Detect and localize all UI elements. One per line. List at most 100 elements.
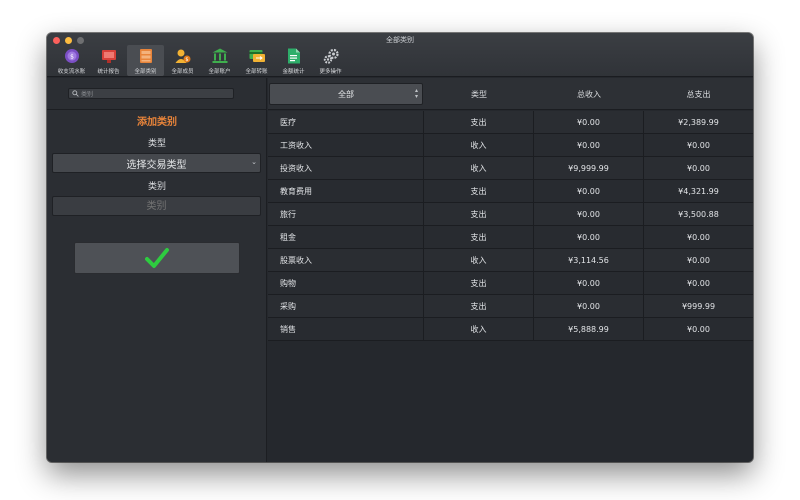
- toolbar-transfers-button[interactable]: 全部转账: [238, 45, 275, 76]
- table-row[interactable]: 工资收入 收入 ¥0.00 ¥0.00: [268, 134, 753, 157]
- table-body: 医疗 支出 ¥0.00 ¥2,389.99 工资收入 收入 ¥0.00 ¥0.0…: [268, 111, 753, 341]
- window-title: 全部类别: [386, 36, 414, 44]
- category-filter-select[interactable]: 全部 ▴ ▾: [269, 83, 423, 105]
- search-placeholder: 类别: [81, 91, 94, 98]
- total-expense-cell: ¥0.00: [687, 232, 710, 242]
- toolbar-categories-button[interactable]: 全部类别: [127, 45, 164, 76]
- table-row[interactable]: 购物 支出 ¥0.00 ¥0.00: [268, 272, 753, 295]
- category-name-cell: 购物: [268, 272, 424, 294]
- transaction-type-value: 选择交易类型: [126, 159, 187, 171]
- category-name-cell: 销售: [268, 318, 424, 340]
- total-income-cell: ¥0.00: [534, 111, 644, 133]
- transfer-icon: [249, 50, 265, 62]
- category-name-cell: 采购: [268, 295, 424, 317]
- total-expense-cell: ¥999.99: [681, 301, 716, 311]
- toolbar-ledger-button[interactable]: $ 收支流水账: [53, 45, 90, 76]
- category-type-cell: 支出: [424, 226, 534, 248]
- gears-icon: [323, 48, 339, 64]
- toolbar-members-button[interactable]: $ 全部成员: [164, 45, 201, 76]
- total-expense-cell: ¥0.00: [687, 163, 710, 173]
- toolbar-label: 统计报告: [97, 69, 120, 75]
- total-expense-cell: ¥3,500.88: [678, 209, 719, 219]
- total-income-cell: ¥0.00: [534, 226, 644, 248]
- sidebar: 类别 添加类别 类型 选择交易类型 ⌄ 类别: [47, 78, 267, 462]
- category-filter-value: 全部: [338, 89, 354, 99]
- toolbar-label: 金额统计: [282, 69, 305, 75]
- category-type-cell: 收入: [424, 134, 534, 156]
- total-expense-cell: ¥0.00: [687, 278, 710, 288]
- category-name-cell: 旅行: [268, 203, 424, 225]
- total-income-cell: ¥9,999.99: [534, 157, 644, 179]
- total-income-cell: ¥3,114.56: [534, 249, 644, 271]
- header-type[interactable]: 类型: [424, 78, 534, 110]
- chevron-updown-icon: ▴ ▾: [414, 87, 418, 100]
- toolbar-accounts-button[interactable]: 全部账户: [201, 45, 238, 76]
- toolbar-label: 全部账户: [208, 69, 231, 75]
- category-label: 类别: [147, 182, 166, 192]
- transaction-type-select[interactable]: 选择交易类型 ⌄: [52, 153, 261, 173]
- category-type-cell: 支出: [424, 295, 534, 317]
- category-name-cell: 工资收入: [268, 134, 424, 156]
- toolbar-label: 全部类别: [134, 69, 157, 75]
- category-table: 全部 ▴ ▾ 类型 总收入 总支出 医疗 支出 ¥0.00 ¥2,389.99 工…: [268, 78, 753, 462]
- table-row[interactable]: 教育费用 支出 ¥0.00 ¥4,321.99: [268, 180, 753, 203]
- category-type-cell: 收入: [424, 157, 534, 179]
- category-name-cell: 股票收入: [268, 249, 424, 271]
- total-expense-cell: ¥0.00: [687, 255, 710, 265]
- toolbar-amount-stats-button[interactable]: 金额统计: [275, 45, 312, 76]
- toolbar-label: 更多操作: [319, 69, 342, 75]
- search-input[interactable]: 类别: [68, 88, 234, 99]
- total-income-cell: ¥0.00: [534, 295, 644, 317]
- category-name-field[interactable]: [52, 196, 261, 216]
- total-income-cell: ¥0.00: [534, 134, 644, 156]
- members-icon: $: [175, 49, 190, 63]
- toolbar: $ 收支流水账 统计报告 全部类别 $ 全部成员 全部账户 全部转账 金额统计 …: [53, 45, 349, 76]
- total-expense-cell: ¥4,321.99: [678, 186, 719, 196]
- table-row[interactable]: 租金 支出 ¥0.00 ¥0.00: [268, 226, 753, 249]
- total-expense-cell: ¥0.00: [687, 324, 710, 334]
- category-type-cell: 支出: [424, 111, 534, 133]
- ledger-icon: $: [64, 49, 79, 63]
- divider: [47, 109, 267, 110]
- category-name-cell: 投资收入: [268, 157, 424, 179]
- confirm-add-button[interactable]: [74, 242, 240, 274]
- amount-stats-icon: [287, 48, 300, 64]
- toolbar-report-button[interactable]: 统计报告: [90, 45, 127, 76]
- table-row[interactable]: 旅行 支出 ¥0.00 ¥3,500.88: [268, 203, 753, 226]
- category-name-cell: 教育费用: [268, 180, 424, 202]
- toolbar-more-button[interactable]: 更多操作: [312, 45, 349, 76]
- toolbar-label: 收支流水账: [57, 69, 86, 75]
- toolbar-label: 全部成员: [171, 69, 194, 75]
- total-expense-cell: ¥2,389.99: [678, 117, 719, 127]
- total-income-cell: ¥5,888.99: [534, 318, 644, 340]
- header-total-income[interactable]: 总收入: [534, 78, 644, 110]
- category-type-cell: 支出: [424, 180, 534, 202]
- category-type-cell: 支出: [424, 203, 534, 225]
- search-icon: [72, 90, 79, 97]
- category-name-cell: 医疗: [268, 111, 424, 133]
- checkmark-icon: [145, 248, 169, 268]
- svg-text:$: $: [185, 57, 188, 63]
- category-type-cell: 收入: [424, 249, 534, 271]
- total-income-cell: ¥0.00: [534, 180, 644, 202]
- category-type-cell: 收入: [424, 318, 534, 340]
- chevron-down-icon: ⌄: [251, 158, 257, 166]
- table-row[interactable]: 投资收入 收入 ¥9,999.99 ¥0.00: [268, 157, 753, 180]
- header-total-expense[interactable]: 总支出: [644, 78, 753, 110]
- table-row[interactable]: 销售 收入 ¥5,888.99 ¥0.00: [268, 318, 753, 341]
- table-row[interactable]: 股票收入 收入 ¥3,114.56 ¥0.00: [268, 249, 753, 272]
- app-window: 全部类别 $ 收支流水账 统计报告 全部类别 $ 全部成员 全部账户 全部转账 …: [47, 33, 753, 462]
- table-row[interactable]: 采购 支出 ¥0.00 ¥999.99: [268, 295, 753, 318]
- add-category-title: 添加类别: [137, 117, 177, 128]
- toolbar-label: 全部转账: [245, 69, 268, 75]
- category-type-cell: 支出: [424, 272, 534, 294]
- type-label: 类型: [147, 139, 166, 149]
- svg-text:$: $: [70, 54, 74, 61]
- total-income-cell: ¥0.00: [534, 272, 644, 294]
- total-income-cell: ¥0.00: [534, 203, 644, 225]
- category-name-cell: 租金: [268, 226, 424, 248]
- header-filter-cell: 全部 ▴ ▾: [268, 78, 424, 110]
- table-row[interactable]: 医疗 支出 ¥0.00 ¥2,389.99: [268, 111, 753, 134]
- titlebar: 全部类别 $ 收支流水账 统计报告 全部类别 $ 全部成员 全部账户 全部转账 …: [47, 33, 753, 77]
- report-icon: [101, 50, 116, 63]
